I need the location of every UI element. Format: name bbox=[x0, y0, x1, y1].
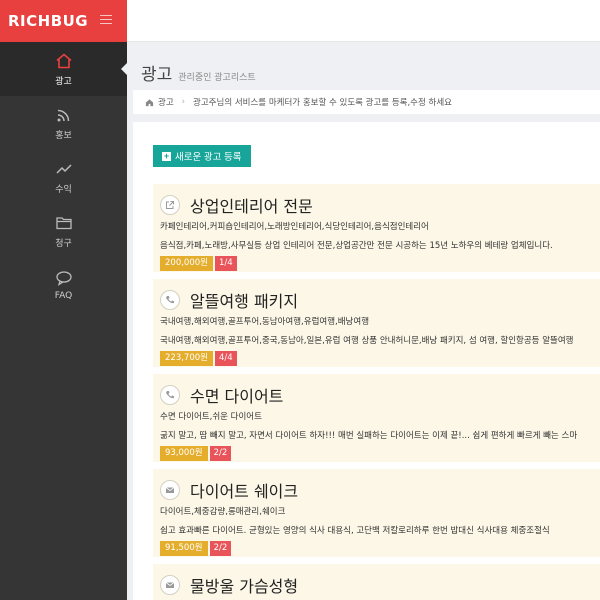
ad-card[interactable]: 알뜰여행 패키지 국내여행,해외여행,골프투어,동남아여행,유럽여행,배낭여행 … bbox=[153, 279, 600, 367]
page-header: 광고 관리중인 광고리스트 bbox=[141, 60, 256, 85]
breadcrumb: 광고 › 광고주님의 서비스를 마케터가 홍보할 수 있도록 광고를 등록,수정… bbox=[133, 90, 600, 114]
plus-icon: + bbox=[162, 150, 171, 161]
sidebar-item-label: FAQ bbox=[54, 291, 73, 301]
price-badge: 200,000원 bbox=[160, 256, 213, 271]
mail-icon bbox=[160, 480, 180, 500]
folder-icon bbox=[55, 214, 73, 232]
ad-title[interactable]: 다이어트 쉐이크 bbox=[190, 478, 298, 502]
ad-tags: 카페인테리어,커피숍인테리어,노래방인테리어,식당인테리어,음식점인테리어 bbox=[160, 222, 429, 232]
count-badge: 2/2 bbox=[209, 446, 232, 461]
sidebar-item-revenue[interactable]: 수익 bbox=[0, 150, 127, 204]
main-area: 광고 관리중인 광고리스트 광고 › 광고주님의 서비스를 마케터가 홍보할 수… bbox=[127, 42, 600, 600]
brand-logo[interactable]: RICHBUG bbox=[8, 12, 88, 30]
ad-description: 쉽고 효과빠른 다이어트. 균형있는 영양의 식사 대용식, 고단백 저칼로리하… bbox=[160, 526, 550, 536]
sidebar-item-ads[interactable]: 광고 bbox=[0, 42, 128, 96]
sidebar-item-promotion[interactable]: 홍보 bbox=[0, 96, 127, 150]
price-badge: 91,500원 bbox=[160, 541, 208, 556]
top-bar bbox=[127, 0, 600, 42]
sidebar: 광고 홍보 수익 청구 FAQ bbox=[0, 42, 128, 600]
breadcrumb-text: 광고주님의 서비스를 마케터가 홍보할 수 있도록 광고를 등록,수정 하세요 bbox=[193, 98, 452, 108]
sidebar-item-faq[interactable]: FAQ bbox=[0, 258, 127, 312]
ad-card[interactable]: 물방울 가슴성형 bbox=[153, 564, 600, 600]
ad-card[interactable]: 수면 다이어트 수면 다이어트,쉬운 다이어트 굶지 말고, 땀 빼지 말고, … bbox=[153, 374, 600, 462]
count-badge: 4/4 bbox=[214, 351, 237, 366]
sidebar-item-label: 광고 bbox=[55, 76, 72, 87]
ad-tags: 다이어트,체중감량,롱매관리,쉐이크 bbox=[160, 507, 286, 517]
chevron-right-icon: › bbox=[181, 97, 186, 107]
page-subtitle: 관리중인 광고리스트 bbox=[178, 73, 256, 83]
sidebar-item-label: 수익 bbox=[55, 184, 72, 195]
ad-description: 굶지 말고, 땀 빼지 말고, 자면서 다이어트 하자!!! 매번 실패하는 다… bbox=[160, 431, 578, 441]
price-badge: 223,700원 bbox=[160, 351, 213, 366]
ad-tags: 수면 다이어트,쉬운 다이어트 bbox=[160, 412, 262, 422]
ad-description: 음식점,카페,노래방,사무실등 상업 인테리어 전문,상업공간만 전문 시공하는… bbox=[160, 241, 553, 251]
ad-card[interactable]: 다이어트 쉐이크 다이어트,체중감량,롱매관리,쉐이크 쉽고 효과빠른 다이어트… bbox=[153, 469, 600, 557]
ad-card[interactable]: 상업인테리어 전문 카페인테리어,커피숍인테리어,노래방인테리어,식당인테리어,… bbox=[153, 184, 600, 272]
ad-list-panel: + 새로운 광고 등록 상업인테리어 전문 카페인테리어,커피숍인테리어,노래방… bbox=[133, 122, 600, 600]
phone-icon bbox=[160, 290, 180, 310]
phone-icon bbox=[160, 385, 180, 405]
menu-toggle-icon[interactable] bbox=[100, 15, 112, 25]
ad-title[interactable]: 알뜰여행 패키지 bbox=[190, 288, 298, 312]
rss-icon bbox=[55, 106, 73, 124]
ad-title[interactable]: 물방울 가슴성형 bbox=[190, 573, 298, 597]
new-ad-button[interactable]: + 새로운 광고 등록 bbox=[153, 145, 252, 167]
home-icon bbox=[145, 98, 154, 106]
breadcrumb-home[interactable]: 광고 bbox=[158, 96, 174, 108]
chat-icon bbox=[55, 269, 73, 287]
home-icon bbox=[55, 52, 73, 70]
ad-title[interactable]: 수면 다이어트 bbox=[190, 383, 283, 407]
mail-icon bbox=[160, 575, 180, 595]
external-link-icon bbox=[160, 195, 180, 215]
price-badge: 93,000원 bbox=[160, 446, 208, 461]
new-ad-button-label: 새로운 광고 등록 bbox=[175, 152, 242, 163]
ad-tags: 국내여행,해외여행,골프투어,동남아여행,유럽여행,배낭여행 bbox=[160, 317, 370, 327]
count-badge: 2/2 bbox=[209, 541, 232, 556]
trend-icon bbox=[55, 160, 73, 178]
page-title: 광고 bbox=[141, 65, 173, 85]
sidebar-item-label: 홍보 bbox=[55, 130, 72, 141]
logo-bar: RICHBUG bbox=[0, 0, 127, 42]
count-badge: 1/4 bbox=[214, 256, 237, 271]
ad-title[interactable]: 상업인테리어 전문 bbox=[190, 193, 313, 217]
sidebar-item-label: 청구 bbox=[55, 238, 72, 249]
sidebar-item-billing[interactable]: 청구 bbox=[0, 204, 127, 258]
ad-description: 국내여행,해외여행,골프투어,중국,동남아,일본,유럽 여행 상품 안내허니문,… bbox=[160, 336, 574, 346]
